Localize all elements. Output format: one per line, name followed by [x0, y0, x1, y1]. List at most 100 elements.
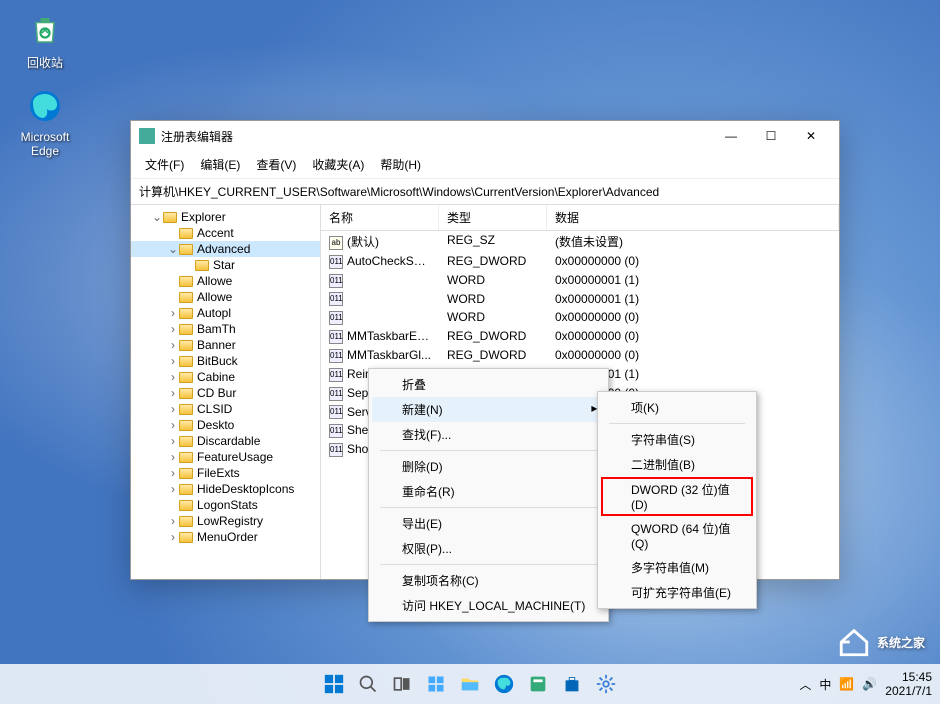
edge-icon[interactable]: Microsoft Edge	[10, 86, 80, 158]
tray-arrow-icon[interactable]: ︿	[799, 676, 811, 693]
tree-node[interactable]: ›CD Bur	[131, 385, 320, 401]
explorer-icon[interactable]	[456, 670, 484, 698]
sub-binary[interactable]: 二进制值(B)	[601, 452, 753, 477]
chevron-down-icon[interactable]: ⌄	[167, 242, 179, 256]
widgets-icon[interactable]	[422, 670, 450, 698]
ctx-rename[interactable]: 重命名(R)	[372, 479, 605, 504]
column-type[interactable]: 类型	[439, 205, 547, 230]
chevron-down-icon[interactable]: ⌄	[151, 210, 163, 224]
list-row[interactable]: 011MMTaskbarEn...REG_DWORD0x00000000 (0)	[321, 327, 839, 346]
sub-key[interactable]: 项(K)	[601, 395, 753, 420]
network-icon[interactable]: 📶	[839, 677, 854, 691]
tree-node[interactable]: Allowe	[131, 289, 320, 305]
sub-dword[interactable]: DWORD (32 位)值(D)	[601, 477, 753, 516]
start-button[interactable]	[320, 670, 348, 698]
settings-icon[interactable]	[592, 670, 620, 698]
tree-node[interactable]: ›Deskto	[131, 417, 320, 433]
clock[interactable]: 15:45 2021/7/1	[885, 670, 932, 699]
chevron-right-icon[interactable]: ›	[167, 338, 179, 352]
tree-node[interactable]: ›Discardable	[131, 433, 320, 449]
chevron-right-icon[interactable]: ›	[167, 306, 179, 320]
column-data[interactable]: 数据	[547, 205, 839, 230]
chevron-right-icon[interactable]: ›	[167, 514, 179, 528]
edge-taskbar-icon[interactable]	[490, 670, 518, 698]
list-header: 名称 类型 数据	[321, 205, 839, 231]
ctx-copy-key-name[interactable]: 复制项名称(C)	[372, 568, 605, 593]
chevron-right-icon[interactable]: ›	[167, 530, 179, 544]
store-icon[interactable]	[558, 670, 586, 698]
tree-node[interactable]: LogonStats	[131, 497, 320, 513]
tree-pane[interactable]: ⌄Explorer Accent ⌄Advanced Star Allowe A…	[131, 205, 321, 579]
chevron-right-icon[interactable]: ›	[167, 434, 179, 448]
menu-help[interactable]: 帮助(H)	[372, 153, 429, 176]
search-icon[interactable]	[354, 670, 382, 698]
ime-icon[interactable]: 中	[819, 676, 831, 693]
menu-edit[interactable]: 编辑(E)	[192, 153, 248, 176]
tree-node[interactable]: Allowe	[131, 273, 320, 289]
list-row[interactable]: ab(默认)REG_SZ(数值未设置)	[321, 231, 839, 252]
chevron-right-icon[interactable]: ›	[167, 418, 179, 432]
tree-node-star[interactable]: Star	[131, 257, 320, 273]
tree-node[interactable]: ›LowRegistry	[131, 513, 320, 529]
close-button[interactable]: ✕	[791, 122, 831, 150]
tree-node-advanced[interactable]: ⌄Advanced	[131, 241, 320, 257]
list-row[interactable]: 011WORD0x00000001 (1)	[321, 271, 839, 290]
chevron-right-icon[interactable]: ›	[167, 450, 179, 464]
tree-node[interactable]: ›MenuOrder	[131, 529, 320, 545]
task-view-icon[interactable]	[388, 670, 416, 698]
list-row[interactable]: 011WORD0x00000001 (1)	[321, 290, 839, 309]
tree-node[interactable]: ›Autopl	[131, 305, 320, 321]
minimize-button[interactable]: —	[711, 122, 751, 150]
list-row[interactable]: 011AutoCheckSelectREG_DWORD0x00000000 (0…	[321, 252, 839, 271]
menu-view[interactable]: 查看(V)	[248, 153, 304, 176]
volume-icon[interactable]: 🔊	[862, 677, 877, 691]
folder-icon	[179, 340, 193, 351]
folder-icon	[179, 436, 193, 447]
column-name[interactable]: 名称	[321, 205, 439, 230]
taskbar[interactable]: ︿ 中 📶 🔊 15:45 2021/7/1	[0, 664, 940, 704]
chevron-right-icon[interactable]: ›	[167, 482, 179, 496]
chevron-right-icon[interactable]: ›	[167, 370, 179, 384]
tree-node[interactable]: ›FileExts	[131, 465, 320, 481]
ctx-export[interactable]: 导出(E)	[372, 511, 605, 536]
ctx-new[interactable]: 新建(N)	[372, 397, 605, 422]
ctx-collapse[interactable]: 折叠	[372, 372, 605, 397]
ctx-permissions[interactable]: 权限(P)...	[372, 536, 605, 561]
binary-value-icon: 011	[329, 387, 343, 401]
tree-node-explorer[interactable]: ⌄Explorer	[131, 209, 320, 225]
menu-favorites[interactable]: 收藏夹(A)	[304, 153, 372, 176]
folder-icon	[179, 420, 193, 431]
ctx-goto-hklm[interactable]: 访问 HKEY_LOCAL_MACHINE(T)	[372, 593, 605, 618]
sub-multi-string[interactable]: 多字符串值(M)	[601, 555, 753, 580]
tree-node[interactable]: ›HideDesktopIcons	[131, 481, 320, 497]
list-row[interactable]: 011MMTaskbarGl...REG_DWORD0x00000000 (0)	[321, 346, 839, 365]
tree-node-accent[interactable]: Accent	[131, 225, 320, 241]
binary-value-icon: 011	[329, 368, 343, 382]
titlebar[interactable]: 注册表编辑器 — ☐ ✕	[131, 121, 839, 151]
tree-node[interactable]: ›Banner	[131, 337, 320, 353]
menu-file[interactable]: 文件(F)	[137, 153, 192, 176]
maximize-button[interactable]: ☐	[751, 122, 791, 150]
binary-value-icon: 011	[329, 292, 343, 306]
tree-node[interactable]: ›BitBuck	[131, 353, 320, 369]
chevron-right-icon[interactable]: ›	[167, 322, 179, 336]
addressbar[interactable]: 计算机\HKEY_CURRENT_USER\Software\Microsoft…	[131, 179, 839, 205]
sub-expand-string[interactable]: 可扩充字符串值(E)	[601, 580, 753, 605]
sub-qword[interactable]: QWORD (64 位)值(Q)	[601, 516, 753, 555]
chevron-right-icon[interactable]: ›	[167, 354, 179, 368]
binary-value-icon: 011	[329, 405, 343, 419]
tree-node[interactable]: ›CLSID	[131, 401, 320, 417]
ctx-find[interactable]: 查找(F)...	[372, 422, 605, 447]
regedit-taskbar-icon[interactable]	[524, 670, 552, 698]
list-row[interactable]: 011WORD0x00000000 (0)	[321, 308, 839, 327]
tree-node[interactable]: ›BamTh	[131, 321, 320, 337]
sub-string[interactable]: 字符串值(S)	[601, 427, 753, 452]
system-tray[interactable]: ︿ 中 📶 🔊 15:45 2021/7/1	[799, 670, 932, 699]
chevron-right-icon[interactable]: ›	[167, 402, 179, 416]
ctx-delete[interactable]: 删除(D)	[372, 454, 605, 479]
tree-node[interactable]: ›Cabine	[131, 369, 320, 385]
tree-node[interactable]: ›FeatureUsage	[131, 449, 320, 465]
chevron-right-icon[interactable]: ›	[167, 386, 179, 400]
recycle-bin-icon[interactable]: 回收站	[10, 10, 80, 71]
chevron-right-icon[interactable]: ›	[167, 466, 179, 480]
